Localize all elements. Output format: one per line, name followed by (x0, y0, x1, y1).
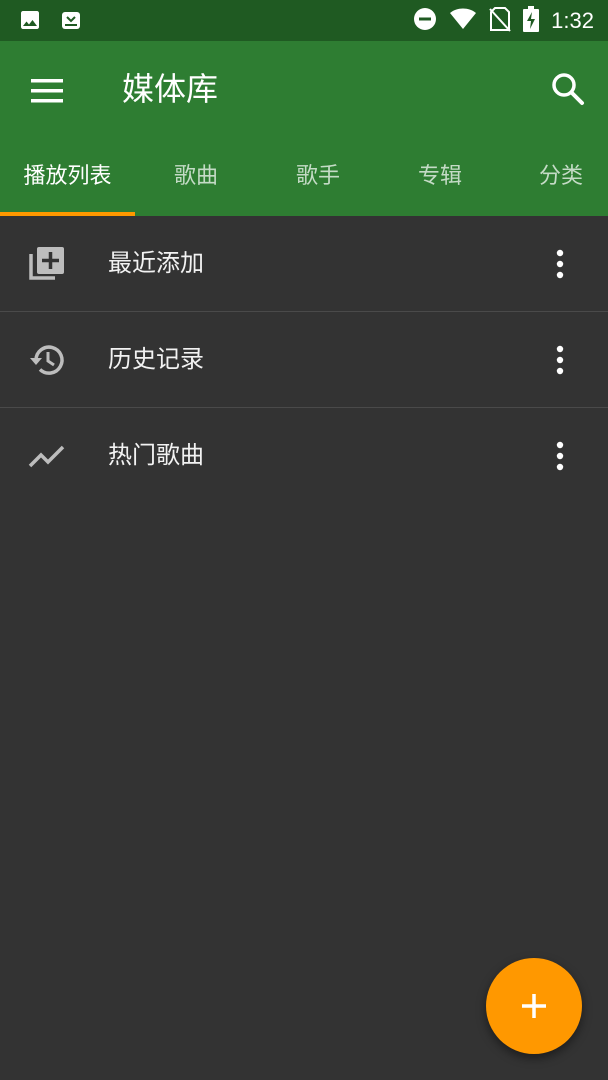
list-item-label: 最近添加 (108, 249, 204, 277)
list-item[interactable]: 历史记录 (0, 312, 608, 408)
battery-charging-icon (523, 6, 540, 36)
list-item-label: 热门歌曲 (108, 441, 204, 469)
page-title: 媒体库 (122, 70, 219, 108)
tab-genres[interactable]: 分类 (501, 141, 608, 213)
tab-artists[interactable]: 歌手 (257, 141, 379, 213)
tab-playlists[interactable]: 播放列表 (0, 141, 135, 213)
no-sim-icon (489, 6, 511, 36)
playlist-add-icon (27, 244, 67, 284)
more-vert-icon[interactable] (548, 244, 572, 284)
wifi-icon (449, 7, 477, 35)
image-icon (18, 8, 42, 36)
menu-icon[interactable] (28, 71, 68, 111)
list-item[interactable]: 最近添加 (0, 216, 608, 312)
status-time: 1:32 (551, 8, 594, 33)
status-bar: 1:32 (0, 0, 608, 41)
tab-songs[interactable]: 歌曲 (135, 141, 257, 213)
list-item-label: 历史记录 (108, 345, 204, 373)
add-icon (522, 994, 546, 1018)
more-vert-icon[interactable] (548, 436, 572, 476)
list-item[interactable]: 热门歌曲 (0, 408, 608, 503)
shop-icon (60, 8, 82, 36)
add-playlist-button[interactable] (486, 958, 582, 1054)
trending-icon (27, 436, 67, 476)
tab-bar: 播放列表 歌曲 歌手 专辑 分类 (0, 141, 608, 216)
playlist-list: 最近添加 历史记录 热门歌曲 (0, 216, 608, 503)
app-bar: 媒体库 播放列表 歌曲 歌手 专辑 分类 (0, 41, 608, 216)
more-vert-icon[interactable] (548, 340, 572, 380)
tab-albums[interactable]: 专辑 (379, 141, 501, 213)
do-not-disturb-icon (413, 7, 437, 35)
search-icon[interactable] (548, 69, 588, 109)
history-icon (27, 340, 67, 380)
